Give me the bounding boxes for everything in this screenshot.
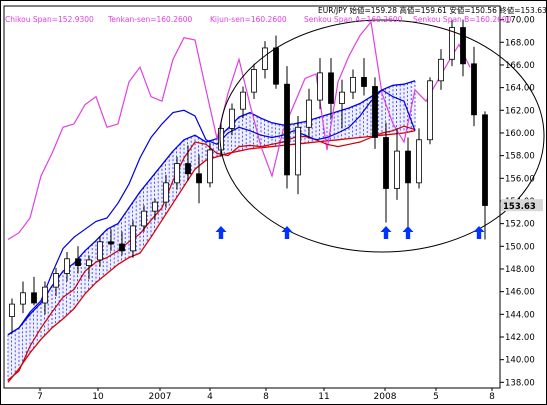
candle-body [174, 163, 180, 184]
y-tick-label: 138.00 [505, 378, 535, 388]
x-tick-label: 7 [37, 392, 43, 402]
x-tick-label: 8 [263, 392, 269, 402]
candle-body [64, 258, 70, 274]
candle-body [438, 58, 444, 82]
y-tick-label: 150.00 [505, 242, 535, 252]
candle-body [42, 286, 48, 304]
x-tick-label: 4 [207, 392, 213, 402]
candle-body [317, 72, 323, 101]
candle-body [86, 259, 92, 266]
candle-body [97, 241, 103, 261]
x-tick-label: 10 [92, 392, 104, 402]
plot-area [3, 5, 501, 389]
candle-body [394, 150, 400, 189]
candle-body [405, 150, 411, 184]
candle-body [361, 77, 367, 87]
y-tick-label: 152.00 [505, 220, 535, 230]
candle-body [328, 72, 334, 104]
x-tick-label: 2008 [374, 392, 397, 402]
x-tick-label: 11 [318, 392, 329, 402]
candle-body [130, 225, 136, 252]
candle [427, 77, 433, 145]
candle-body [306, 99, 312, 128]
candle-body [20, 292, 26, 305]
candle-body [229, 108, 235, 129]
candle-body [383, 137, 389, 189]
ichimoku-chart: 138.00 140.00 142.00 144.00 146.00 148.00 150.… [0, 0, 547, 405]
y-tick-label: 158.00 [505, 152, 535, 162]
y-tick-label: 166.00 [505, 61, 535, 71]
candle-body [416, 139, 422, 184]
y-tick-label: 148.00 [505, 265, 535, 275]
y-tick-label: 168.00 [505, 38, 535, 48]
legend-senkou-b: Senkou Span B=160.2600 [413, 15, 512, 24]
y-tick-label: 142.00 [505, 333, 535, 343]
candle-body [185, 163, 191, 175]
candle-body [141, 210, 147, 227]
candle-body [108, 241, 114, 245]
candle-body [284, 83, 290, 176]
candle-body [196, 173, 202, 184]
current-price-label: 153.63 [503, 202, 536, 212]
x-tick-label: 2007 [149, 392, 172, 402]
y-tick-label: 160.00 [505, 129, 535, 139]
candle-body [207, 149, 213, 184]
candle-body [240, 91, 246, 110]
candle-body [31, 292, 37, 304]
x-tick-label: 8 [489, 392, 495, 402]
candle-body [251, 69, 257, 93]
candle-body [9, 303, 15, 317]
y-tick-label: 146.00 [505, 288, 535, 298]
candle-body [339, 91, 345, 104]
y-tick-label: 162.00 [505, 106, 535, 116]
candle-body [163, 182, 169, 203]
y-tick-label: 164.00 [505, 84, 535, 94]
candle-body [372, 86, 378, 138]
candle-body [460, 27, 466, 65]
y-tick-label: 156.00 [505, 174, 535, 184]
legend-chikou: Chikou Span=152.9300 [5, 15, 94, 24]
legend-kijun: Kijun-sen=160.2600 [210, 15, 287, 24]
candle [207, 143, 213, 188]
candle-body [119, 243, 125, 252]
candle-body [53, 273, 59, 288]
candle-body [482, 114, 488, 206]
candle-body [273, 47, 279, 85]
y-tick-label: 140.00 [505, 356, 535, 366]
legend-tenkan: Tenkan-sen=160.2600 [107, 15, 193, 24]
x-tick-label: 5 [433, 392, 439, 402]
candle-body [471, 63, 477, 116]
candle-body [427, 80, 433, 141]
candle-body [262, 47, 268, 70]
current-price-marker: 153.63 [501, 199, 543, 212]
y-tick-label: 144.00 [505, 310, 535, 320]
candle-body [295, 126, 301, 176]
header-ohlc: EUR/JPY 始値=159.28 高値=159.61 安値=150.56 終値… [318, 5, 547, 15]
candle [284, 66, 290, 189]
candle-body [350, 77, 356, 93]
candle-body [152, 201, 158, 212]
candle-body [75, 258, 81, 266]
legend-senkou-a: Senkou Span A=160.2600 [304, 15, 403, 24]
